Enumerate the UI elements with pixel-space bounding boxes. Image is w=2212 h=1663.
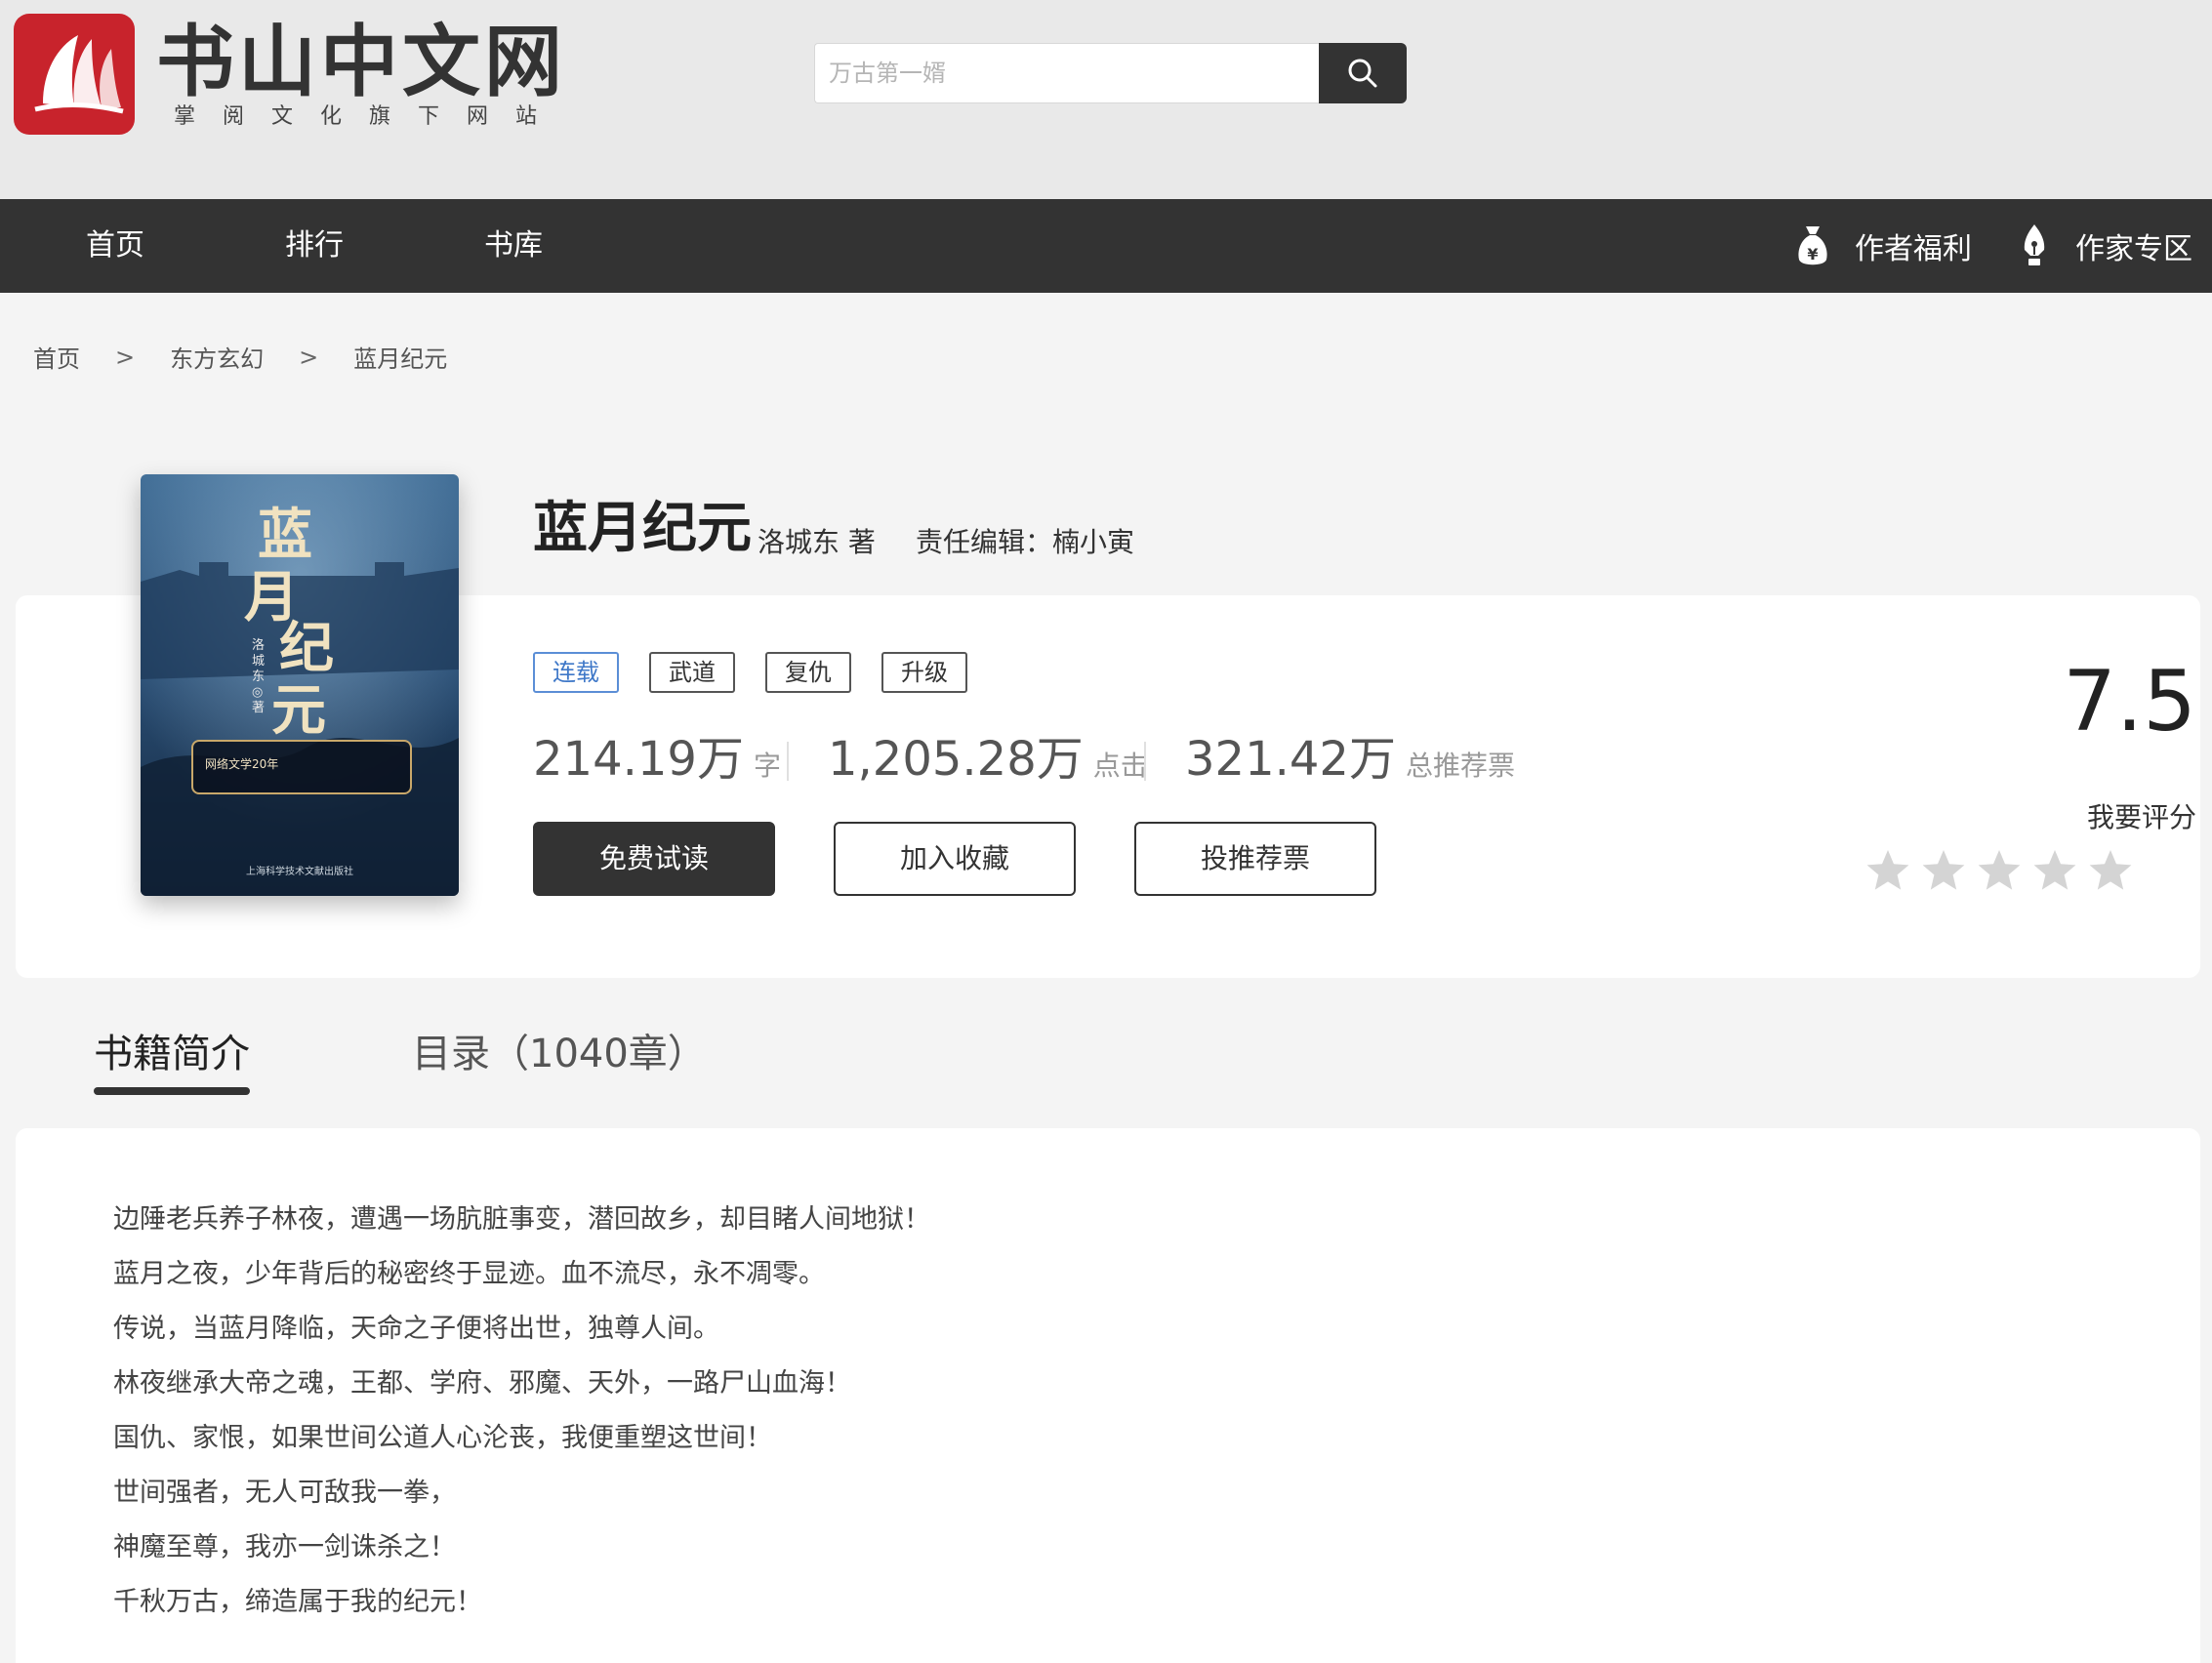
intro-line: 蓝月之夜，少年背后的秘密终于显迹。血不流尽，永不凋零。 [113, 1259, 825, 1289]
main-nav: 首页 排行 书库 ¥ 作者福利 作家专区 [0, 199, 2212, 293]
breadcrumb: 首页 > 东方玄幻 > 蓝月纪元 [33, 340, 447, 374]
logo-icon[interactable] [14, 14, 135, 135]
rate-label: 我要评分 [2086, 801, 2196, 833]
intro-text: 边陲老兵养子林夜，遭遇一场肮脏事变，潜回故乡，却目睹人间地狱！ 蓝月之夜，少年背… [113, 1193, 930, 1630]
book-cover[interactable]: 蓝 月 纪 元 洛城东◎著 网络文学20年 上海科学技术文献出版社 [141, 474, 459, 896]
intro-line: 千秋万古，缔造属于我的纪元！ [113, 1587, 482, 1617]
breadcrumb-home[interactable]: 首页 [33, 340, 80, 374]
stat-clicks-unit: 点击 [1092, 750, 1148, 782]
stat-divider [787, 742, 789, 781]
stat-word-count-unit: 字 [753, 750, 781, 782]
search-icon [1348, 59, 1377, 88]
stat-clicks-value: 1,205.28万 [828, 732, 1084, 787]
cover-publisher: 上海科学技术文献出版社 [246, 867, 353, 877]
svg-text:¥: ¥ [1807, 245, 1818, 264]
nav-item-home[interactable]: 首页 [86, 199, 144, 293]
stat-divider [1144, 742, 1146, 781]
nav-item-ranking[interactable]: 排行 [285, 199, 344, 293]
intro-line: 世间强者，无人可敌我一拳， [113, 1478, 456, 1508]
breadcrumb-separator: > [299, 343, 319, 371]
recommend-vote-button[interactable]: 投推荐票 [1134, 822, 1376, 896]
book-editor: 责任编辑：楠小寅 [916, 526, 1135, 558]
stat-clicks: 1,205.28万 点击 [828, 728, 1148, 797]
site-header: 书山中文网 掌阅文化旗下网站 [0, 0, 2212, 199]
star-icon[interactable] [2087, 847, 2134, 894]
breadcrumb-separator: > [115, 343, 136, 371]
nav-author-welfare-label: 作者福利 [1855, 232, 1972, 266]
tag-genre[interactable]: 武道 [649, 652, 735, 693]
rating-stars[interactable] [1864, 847, 2134, 898]
pen-nib-icon [2024, 224, 2045, 265]
intro-line: 传说，当蓝月降临，天命之子便将出世，独尊人间。 [113, 1314, 719, 1344]
book-author[interactable]: 洛城东 著 [758, 523, 876, 562]
cover-banner: 网络文学20年 [191, 740, 412, 794]
nav-author-welfare[interactable]: ¥ 作者福利 [1796, 199, 1972, 293]
stat-word-count-value: 214.19万 [533, 732, 744, 787]
stat-recommend-votes: 321.42万 总推荐票 [1185, 728, 1515, 797]
breadcrumb-category[interactable]: 东方玄幻 [170, 340, 264, 374]
book-score: 7.5 [2063, 653, 2196, 750]
cover-title-char: 蓝 [258, 503, 312, 567]
star-icon[interactable] [1920, 847, 1967, 894]
stat-recommend-votes-unit: 总推荐票 [1405, 750, 1515, 782]
stat-recommend-votes-value: 321.42万 [1185, 732, 1396, 787]
cover-title-char: 纪 [279, 616, 334, 680]
tag-status: 连载 [533, 652, 619, 693]
tag-genre[interactable]: 升级 [881, 652, 967, 693]
free-read-button[interactable]: 免费试读 [533, 822, 775, 896]
nav-item-library[interactable]: 书库 [484, 199, 543, 293]
tab-active-indicator [94, 1087, 250, 1095]
cover-banner-text: 网络文学20年 [205, 757, 279, 771]
search-button[interactable] [1319, 43, 1407, 103]
add-to-collection-button[interactable]: 加入收藏 [834, 822, 1076, 896]
cover-title-char: 元 [271, 678, 326, 743]
intro-line: 神魔至尊，我亦一剑诛杀之！ [113, 1532, 456, 1562]
search-input[interactable] [814, 43, 1320, 103]
nav-writer-zone-label: 作家专区 [2075, 232, 2192, 266]
book-title: 蓝月纪元 [533, 497, 752, 560]
star-icon[interactable] [2031, 847, 2078, 894]
intro-line: 国仇、家恨，如果世间公道人心沦丧，我便重塑这世间！ [113, 1423, 772, 1453]
money-bag-icon: ¥ [1798, 226, 1827, 265]
intro-line: 林夜继承大帝之魂，王都、学府、邪魔、天外，一路尸山血海！ [113, 1368, 851, 1399]
intro-line: 边陲老兵养子林夜，遭遇一场肮脏事变，潜回故乡，却目睹人间地狱！ [113, 1204, 930, 1235]
breadcrumb-current: 蓝月纪元 [353, 345, 448, 373]
tag-genre[interactable]: 复仇 [765, 652, 851, 693]
tab-catalog[interactable]: 目录（1040章） [412, 1025, 707, 1083]
tab-intro[interactable]: 书籍简介 [94, 1025, 250, 1083]
star-icon[interactable] [1976, 847, 2023, 894]
stat-word-count: 214.19万 字 [533, 728, 781, 797]
cover-author: 洛城东◎著 [252, 638, 266, 715]
logo-title[interactable]: 书山中文网 [156, 14, 566, 111]
nav-writer-zone[interactable]: 作家专区 [2019, 199, 2192, 293]
star-icon[interactable] [1864, 847, 1911, 894]
logo-subtitle: 掌阅文化旗下网站 [174, 104, 565, 129]
